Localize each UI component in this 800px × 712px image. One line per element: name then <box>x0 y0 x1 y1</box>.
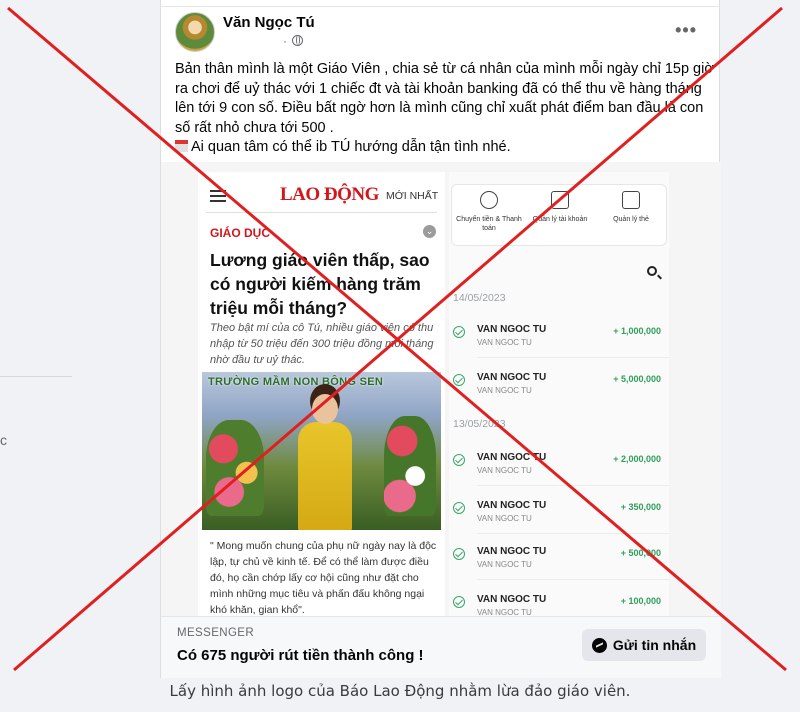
post-cta-text: Ai quan tâm có thể ib TÚ hướng dẫn tận t… <box>191 139 511 155</box>
transaction-amount: + 2,000,000 <box>613 454 661 464</box>
woman-ao-dai <box>298 422 352 530</box>
article-category: GIÁO DỤC <box>210 226 270 240</box>
transaction-name: VAN NGOC TU <box>477 372 547 383</box>
transaction-name: VAN NGOC TU <box>477 546 547 557</box>
row-divider <box>477 485 669 486</box>
facebook-post-card: Văn Ngọc Tú · ••• Bản thân mình là một G… <box>160 0 721 678</box>
transaction-sub: VAN NGOC TU <box>477 338 532 347</box>
check-circle-icon <box>453 548 465 560</box>
row-divider <box>477 533 669 534</box>
photo-banner-text: TRƯỜNG MẦM NON BÔNG SEN <box>208 376 384 388</box>
transaction-name: VAN NGOC TU <box>477 452 547 463</box>
send-message-button[interactable]: Gửi tin nhắn <box>582 629 706 661</box>
action-card-label: Quản lý thẻ <box>613 216 649 223</box>
flower-bouquet-right <box>384 416 436 516</box>
check-circle-icon <box>453 374 465 386</box>
transaction-row: VAN NGOC TU VAN NGOC TU + 350,000 <box>449 494 669 538</box>
news-header-rule <box>206 212 437 213</box>
bank-quick-actions: Chuyển tiền & Thanh toán Quản lý tài kho… <box>451 184 667 246</box>
article-photo: TRƯỜNG MẦM NON BÔNG SEN <box>202 372 441 530</box>
send-message-label: Gửi tin nhắn <box>612 637 697 653</box>
globe-icon <box>292 35 304 46</box>
messenger-icon <box>591 637 607 653</box>
left-column-fragment: c <box>0 432 7 448</box>
post-paragraph: Bản thân mình là một Giáo Viên , chia sẻ… <box>175 61 714 136</box>
transaction-sub: VAN NGOC TU <box>477 466 532 475</box>
transaction-row: VAN NGOC TU VAN NGOC TU + 2,000,000 <box>449 446 669 490</box>
search-icon <box>647 266 657 276</box>
transaction-amount: + 500,000 <box>620 548 661 558</box>
transaction-amount: + 5,000,000 <box>613 374 661 384</box>
card-icon <box>622 191 640 209</box>
check-circle-icon <box>453 596 465 608</box>
chevron-down-icon: ⌄ <box>423 225 436 238</box>
transfer-icon <box>480 191 498 209</box>
image-caption: Lấy hình ảnh logo của Báo Lao Động nhằm … <box>169 682 631 700</box>
action-card: Quản lý thẻ <box>596 191 666 224</box>
transaction-name: VAN NGOC TU <box>477 500 547 511</box>
newest-link: MỚI NHẤT <box>386 190 439 202</box>
messenger-headline: Có 675 người rút tiền thành công ! <box>177 647 424 664</box>
transaction-row: VAN NGOC TU VAN NGOC TU + 5,000,000 <box>449 366 669 410</box>
transaction-sub: VAN NGOC TU <box>477 560 532 569</box>
transaction-sub: VAN NGOC TU <box>477 514 532 523</box>
action-account: Quản lý tài khoản <box>525 191 595 224</box>
card-top-rule <box>161 6 719 7</box>
action-account-label: Quản lý tài khoản <box>532 216 588 223</box>
transaction-row: VAN NGOC TU VAN NGOC TU + 1,000,000 <box>449 318 669 362</box>
post-meta-dot: · <box>283 34 287 48</box>
check-circle-icon <box>453 326 465 338</box>
transaction-amount: + 350,000 <box>620 502 661 512</box>
more-options-icon[interactable]: ••• <box>675 20 697 41</box>
transaction-sub: VAN NGOC TU <box>477 386 532 395</box>
news-article-panel: LAO ĐỘNG MỚI NHẤT GIÁO DỤC ⌄ Lương giáo … <box>198 172 445 616</box>
post-body: Bản thân mình là một Giáo Viên , chia sẻ… <box>175 60 715 158</box>
messenger-cta: MESSENGER Có 675 người rút tiền thành cô… <box>161 616 721 678</box>
row-divider <box>477 357 669 358</box>
author-avatar[interactable] <box>175 12 215 52</box>
transaction-name: VAN NGOC TU <box>477 324 547 335</box>
post-paragraph-cta: Ai quan tâm có thể ib TÚ hướng dẫn tận t… <box>175 138 715 158</box>
article-quote: " Mong muốn chung của phụ nữ ngày nay là… <box>210 540 437 616</box>
article-sapo: Theo bật mí của cô Tú, nhiều giáo viên c… <box>210 322 434 366</box>
hamburger-menu-icon <box>210 190 226 202</box>
row-divider <box>477 579 669 580</box>
wallet-icon <box>551 191 569 209</box>
check-circle-icon <box>453 454 465 466</box>
transaction-amount: + 100,000 <box>620 596 661 606</box>
action-transfer-label: Chuyển tiền & Thanh toán <box>456 216 522 232</box>
newspaper-logo: LAO ĐỘNG <box>280 184 379 205</box>
transaction-amount: + 1,000,000 <box>613 326 661 336</box>
flower-bouquet-left <box>206 420 264 516</box>
author-name[interactable]: Văn Ngọc Tú <box>223 14 315 31</box>
check-circle-icon <box>453 502 465 514</box>
transaction-date: 13/05/2023 <box>453 418 506 430</box>
transaction-date: 14/05/2023 <box>453 292 506 304</box>
transaction-row: VAN NGOC TU VAN NGOC TU + 500,000 <box>449 540 669 584</box>
action-transfer: Chuyển tiền & Thanh toán <box>454 191 524 233</box>
transaction-name: VAN NGOC TU <box>477 594 547 605</box>
messenger-kicker: MESSENGER <box>177 627 255 639</box>
left-column-divider <box>0 376 72 377</box>
shared-image[interactable]: LAO ĐỘNG MỚI NHẤT GIÁO DỤC ⌄ Lương giáo … <box>161 162 721 617</box>
article-headline: Lương giáo viên thấp, sao có người kiếm … <box>210 250 430 318</box>
post-meta: · <box>283 34 304 48</box>
woman-head <box>312 394 338 424</box>
banking-app-panel: Chuyển tiền & Thanh toán Quản lý tài kho… <box>449 172 669 617</box>
inbox-tray-icon <box>175 140 188 152</box>
